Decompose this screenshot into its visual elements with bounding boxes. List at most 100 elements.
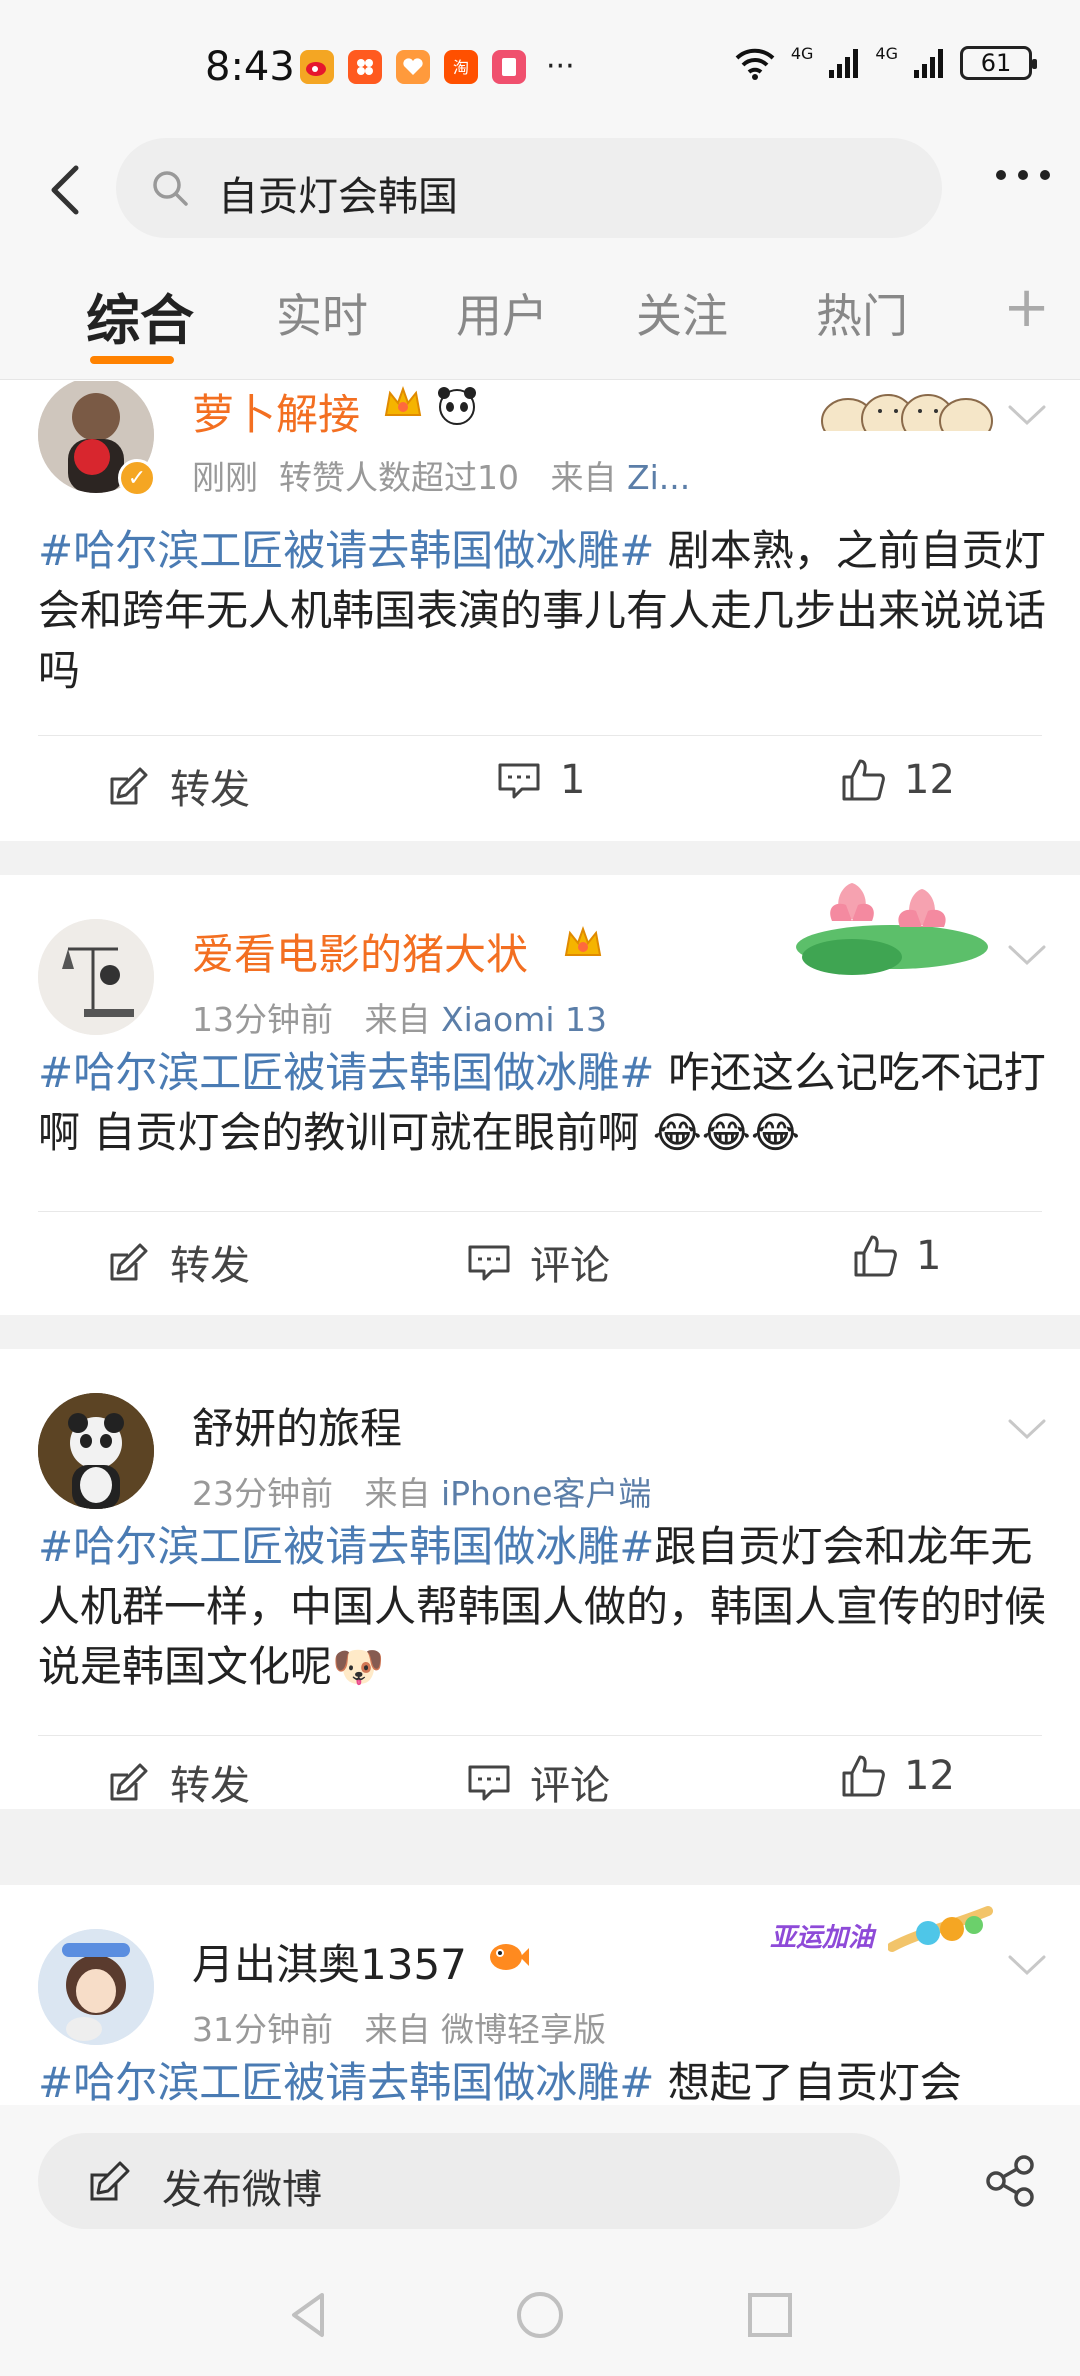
comment-button[interactable]: 评论 [466, 1233, 610, 1291]
post-time: 23分钟前 [192, 1474, 333, 1513]
tab-following[interactable]: 关注 [636, 280, 728, 346]
comment-count: 1 [560, 757, 586, 803]
repost-button[interactable]: 转发 [106, 1753, 250, 1811]
repost-button[interactable]: 转发 [106, 757, 250, 815]
status-app-icons: 淘 ··· [300, 50, 575, 84]
post-card[interactable]: 月出淇奥1357 31分钟前 来自 微博轻享版 亚运加油 #哈尔滨工匠被请去韩国… [0, 1885, 1080, 2105]
app-icon [348, 50, 382, 84]
source-prefix: 来自 [364, 2010, 431, 2049]
comment-button[interactable]: 评论 [466, 1753, 610, 1811]
post-content[interactable]: #哈尔滨工匠被请去韩国做冰雕# 剧本熟，之前自贡灯会和跨年无人机韩国表演的事儿有… [38, 521, 1048, 701]
post-source[interactable]: 微博轻享版 [441, 2010, 606, 2049]
back-icon[interactable] [40, 160, 100, 220]
heart-app-icon [396, 50, 430, 84]
tab-realtime[interactable]: 实时 [276, 280, 368, 346]
avatar[interactable] [38, 1929, 154, 2045]
nav-back-icon[interactable] [282, 2287, 338, 2343]
like-count: 12 [904, 1753, 955, 1799]
comment-label: 评论 [530, 1763, 610, 1809]
user-name[interactable]: 舒妍的旅程 [192, 1395, 402, 1456]
signal-icon-2 [914, 49, 943, 78]
comment-label: 评论 [530, 1243, 610, 1289]
chevron-down-icon[interactable] [1004, 1405, 1050, 1451]
chevron-down-icon[interactable] [1004, 1941, 1050, 1987]
panda-icon [438, 387, 476, 425]
post-card[interactable]: ✓ 萝卜解接 刚刚 转赞人数超过10 来自 Zi... #哈尔滨工匠被请去韩国做… [0, 381, 1080, 841]
note-app-icon [492, 50, 526, 84]
active-tab-indicator [90, 356, 174, 364]
repost-icon [110, 767, 148, 805]
repost-icon [110, 1243, 148, 1281]
tab-bar: 综合 实时 用户 关注 热门 + [0, 250, 1080, 380]
add-tab-button[interactable]: + [1003, 280, 1050, 336]
post-topic[interactable]: #哈尔滨工匠被请去韩国做冰雕# [38, 1522, 654, 1571]
verified-icon: ✓ [118, 459, 156, 497]
fish-badge-icon [490, 1944, 529, 1970]
source-prefix: 来自 [364, 1474, 431, 1513]
chevron-down-icon[interactable] [1004, 391, 1050, 437]
edit-icon [90, 2161, 130, 2201]
asian-games-label: 亚运加油 [770, 1923, 875, 1953]
repost-label: 转发 [170, 1763, 250, 1809]
like-icon [854, 1235, 897, 1277]
post-content[interactable]: #哈尔滨工匠被请去韩国做冰雕#跟自贡灯会和龙年无人机群一样，中国人帮韩国人做的，… [38, 1517, 1048, 1697]
tab-hot[interactable]: 热门 [816, 280, 908, 346]
post-time: 刚刚 [192, 458, 258, 497]
post-topic[interactable]: #哈尔滨工匠被请去韩国做冰雕# [38, 1048, 654, 1097]
post-source[interactable]: Xiaomi 13 [441, 1000, 607, 1039]
post-source[interactable]: iPhone客户端 [441, 1474, 651, 1513]
comment-icon [468, 1765, 510, 1801]
more-notifications-icon: ··· [546, 49, 575, 84]
search-input[interactable]: 自贡灯会韩国 [116, 138, 942, 238]
tab-users[interactable]: 用户 [456, 280, 548, 346]
post-text: 想起了自贡灯会 [654, 2058, 962, 2105]
compose-label: 发布微博 [162, 2167, 322, 2213]
post-topic[interactable]: #哈尔滨工匠被请去韩国做冰雕# [38, 526, 654, 575]
post-content[interactable]: #哈尔滨工匠被请去韩国做冰雕# 咋还这么记吃不记打啊 自贡灯会的教训可就在眼前啊… [38, 1043, 1048, 1163]
user-name[interactable]: 月出淇奥1357 [192, 1931, 467, 1992]
repost-icon [110, 1763, 148, 1801]
comment-icon [498, 763, 540, 799]
nav-recents-icon[interactable] [742, 2287, 798, 2343]
post-card[interactable]: 舒妍的旅程 23分钟前 来自 iPhone客户端 #哈尔滨工匠被请去韩国做冰雕#… [0, 1349, 1080, 1809]
battery-level: 61 [980, 49, 1012, 77]
source-prefix: 来自 [550, 458, 617, 497]
weibo-icon [300, 50, 334, 84]
status-time: 8:43 [205, 44, 295, 90]
chevron-down-icon[interactable] [1004, 931, 1050, 977]
post-repost-info: 转赞人数超过10 [278, 458, 519, 497]
post-card[interactable]: 爱看电影的猪大状 13分钟前 来自 Xiaomi 13 #哈尔滨工匠被请去韩国做… [0, 875, 1080, 1315]
avatar[interactable] [38, 919, 154, 1035]
share-icon[interactable] [984, 2155, 1036, 2207]
post-time: 13分钟前 [192, 1000, 333, 1039]
card-decoration [821, 394, 993, 431]
like-button[interactable]: 12 [840, 1753, 955, 1799]
post-topic[interactable]: #哈尔滨工匠被请去韩国做冰雕# [38, 2058, 654, 2105]
post-content[interactable]: #哈尔滨工匠被请去韩国做冰雕# 想起了自贡灯会 [38, 2053, 1048, 2105]
divider [38, 1735, 1042, 1736]
like-icon [842, 759, 885, 801]
nav-home-icon[interactable] [512, 2287, 568, 2343]
post-meta: 13分钟前 来自 Xiaomi 13 [192, 993, 607, 1041]
tab-comprehensive[interactable]: 综合 [86, 276, 194, 355]
user-name[interactable]: 萝卜解接 [192, 381, 360, 442]
source-prefix: 来自 [364, 1000, 431, 1039]
divider [38, 735, 1042, 736]
avatar[interactable] [38, 1393, 154, 1509]
comment-icon [468, 1245, 510, 1281]
like-icon [842, 1755, 885, 1797]
post-source[interactable]: Zi... [627, 458, 690, 497]
like-button[interactable]: 1 [852, 1233, 941, 1279]
divider [38, 1211, 1042, 1212]
like-button[interactable]: 12 [840, 757, 955, 803]
network-type-1: 4G [790, 43, 814, 63]
more-options-icon[interactable] [996, 170, 1050, 180]
user-name[interactable]: 爱看电影的猪大状 [192, 921, 528, 982]
compose-button[interactable]: 发布微博 [38, 2133, 900, 2229]
search-results-feed[interactable]: ✓ 萝卜解接 刚刚 转赞人数超过10 来自 Zi... #哈尔滨工匠被请去韩国做… [0, 381, 1080, 2105]
comment-button[interactable]: 1 [496, 757, 585, 803]
post-meta: 刚刚 转赞人数超过10 来自 Zi... [192, 451, 690, 499]
vip-crown-icon [384, 386, 422, 416]
repost-label: 转发 [170, 1243, 250, 1289]
repost-button[interactable]: 转发 [106, 1233, 250, 1291]
